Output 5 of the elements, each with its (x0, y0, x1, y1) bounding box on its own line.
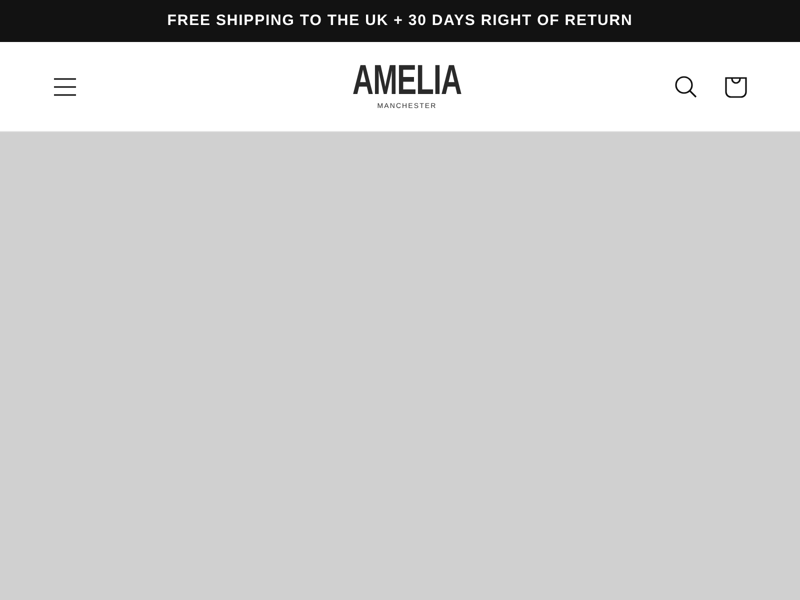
search-icon[interactable] (674, 74, 698, 98)
logo-name: AMELIA (352, 60, 462, 100)
cart-icon[interactable] (724, 74, 748, 98)
menu-icon[interactable] (52, 76, 78, 98)
announcement-text: FREE SHIPPING TO THE UK + 30 DAYS RIGHT OF RETURN (167, 10, 633, 31)
